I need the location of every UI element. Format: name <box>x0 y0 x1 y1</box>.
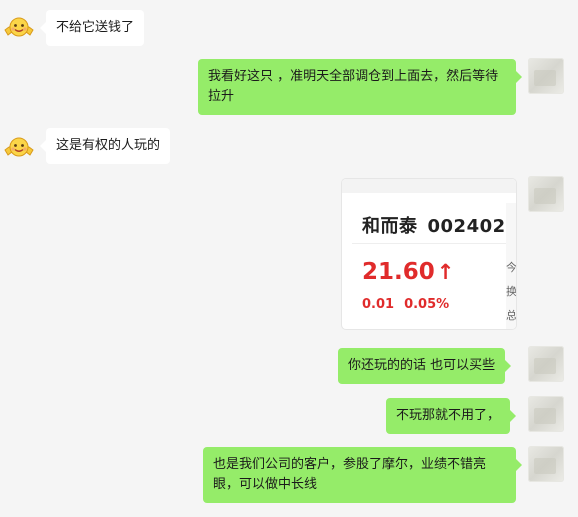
stock-share-card[interactable]: 和而泰 002402 21.60↑ 0.01 0.05% 今 换 总 <box>341 178 517 330</box>
change-percent: 0.05% <box>404 297 450 312</box>
face-emoji-icon <box>4 17 34 37</box>
user-avatar-icon[interactable] <box>528 396 564 432</box>
card-side-labels: 今 换 总 <box>506 203 517 329</box>
contact-avatar-icon[interactable] <box>2 130 36 164</box>
message-bubble-outgoing[interactable]: 不玩那就不用了， <box>386 398 517 434</box>
change-value: 0.01 <box>362 297 395 312</box>
message-bubble-outgoing[interactable]: 也是我们公司的客户，参股了摩尔，业绩不错亮眼，可以做中长线 <box>203 447 522 503</box>
user-avatar-icon[interactable] <box>528 446 564 482</box>
up-arrow-icon: ↑ <box>436 260 455 284</box>
message-bubble-outgoing[interactable]: 我看好这只 ，准明天全部调仓到上面去，然后等待拉升 <box>198 59 522 115</box>
face-emoji-icon <box>4 137 34 157</box>
price-change: 0.01 0.05% <box>362 297 449 312</box>
stock-title: 和而泰 002402 <box>362 212 506 238</box>
side-label: 总 <box>506 309 517 322</box>
side-label: 今 <box>506 261 517 274</box>
chat-window: 不给它送钱了 我看好这只 ，准明天全部调仓到上面去，然后等待拉升 这是有权的人玩… <box>0 0 578 517</box>
stock-code: 002402 <box>427 216 506 237</box>
card-top-bar <box>342 179 516 193</box>
side-label: 换 <box>506 285 517 298</box>
card-divider <box>352 243 516 244</box>
message-bubble-incoming[interactable]: 这是有权的人玩的 <box>39 128 171 164</box>
price-value: 21.60 <box>362 259 435 285</box>
user-avatar-icon[interactable] <box>528 176 564 212</box>
message-bubble-incoming[interactable]: 不给它送钱了 <box>39 10 145 46</box>
user-avatar-icon[interactable] <box>528 346 564 382</box>
stock-price: 21.60↑ <box>362 259 454 285</box>
contact-avatar-icon[interactable] <box>2 10 36 44</box>
stock-name: 和而泰 <box>362 216 418 237</box>
user-avatar-icon[interactable] <box>528 58 564 94</box>
message-bubble-outgoing[interactable]: 你还玩的的话 也可以买些 <box>338 348 512 384</box>
